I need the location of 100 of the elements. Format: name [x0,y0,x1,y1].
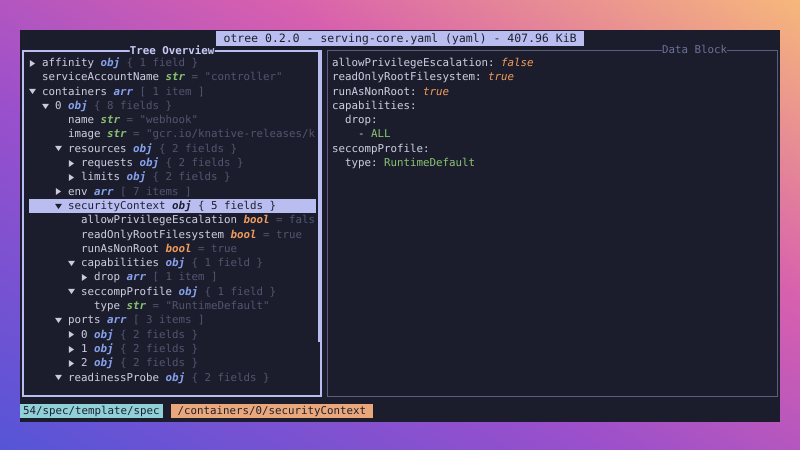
tree-row[interactable]: serviceAccountName str = "controller" [29,70,316,85]
node-detail: = true [198,242,238,256]
tree-row[interactable]: type str = "RuntimeDefault" [29,299,316,314]
tree-row[interactable]: 1 obj { 2 fields } [29,342,316,356]
node-key: 0 [81,328,88,342]
node-type: arr [114,84,134,99]
node-type: obj [94,342,114,356]
node-key: 0 [55,98,62,114]
node-key: drop [94,270,120,285]
node-type: arr [107,313,127,328]
node-detail: [ 3 items ] [133,313,205,328]
node-type: obj [133,142,153,156]
node-key: name [68,113,94,128]
node-key: allowPrivilegeEscalation [81,213,238,228]
tree-row[interactable]: limits obj { 2 fields } [29,170,316,185]
node-detail: { 1 field } [126,56,198,70]
yaml-value: true [423,84,450,99]
expand-toggle-icon[interactable] [29,60,36,67]
tree-row[interactable]: drop arr [ 1 item ] [29,270,316,285]
node-type: obj [68,98,88,114]
node-key: containers [42,84,108,99]
node-type: str [166,70,186,85]
tree-row[interactable]: image str = "gcr.io/knative-releases/k [29,127,316,142]
node-detail: = "gcr.io/knative-releases/k [133,127,316,142]
node-type: str [107,127,127,142]
node-key: affinity [42,56,94,70]
yaml-key: - [358,127,365,142]
node-detail: [ 1 item ] [140,84,205,99]
node-detail: { 2 fields } [120,342,198,356]
tree-row[interactable]: allowPrivilegeEscalation bool = fals [29,213,316,228]
node-type: obj [166,370,186,385]
yaml-value: false [501,56,534,70]
tree-row[interactable]: 0 obj { 8 fields } [29,98,316,114]
tree-row[interactable]: seccompProfile obj { 1 field } [29,284,316,300]
node-type: bool [230,228,257,242]
node-detail: { 2 fields } [166,156,244,170]
node-key: serviceAccountName [42,70,160,85]
scrollbar[interactable] [318,52,322,342]
node-type: arr [126,270,146,285]
yaml-key: type: [345,156,378,170]
panel-title: Tree Overview [130,44,214,57]
tree-row[interactable]: securityContext obj { 5 fields } [29,198,316,214]
tree-row[interactable]: capabilities obj { 1 field } [29,256,316,270]
node-type: obj [126,170,146,185]
node-key: securityContext [68,198,166,214]
node-detail: [ 7 items ] [120,184,192,199]
tree-row[interactable]: ports arr [ 3 items ] [29,313,316,328]
tree-row[interactable]: env arr [ 7 items ] [29,184,316,199]
node-detail: = "controller" [192,70,283,85]
node-type: obj [178,284,198,300]
node-type: str [100,113,120,128]
node-key: seccompProfile [81,284,172,300]
tree-row[interactable]: runAsNonRoot bool = true [29,242,316,256]
node-detail: { 2 fields } [120,328,198,342]
node-key: runAsNonRoot [81,242,160,256]
node-detail: { 1 field } [192,256,264,270]
node-type: str [126,299,146,314]
window-title: otree 0.2.0 - serving-core.yaml (yaml) - 407.96 KiB [216,30,584,46]
node-key: requests [81,156,134,170]
tree-row[interactable]: 0 obj { 2 fields } [29,328,316,342]
panel-title: Data Block [662,43,727,56]
node-detail: = "RuntimeDefault" [152,299,270,314]
node-key: image [68,127,101,142]
node-type: bool [244,213,270,228]
tree-row[interactable]: 2 obj { 2 fields } [29,356,316,371]
node-key: 2 [81,356,88,371]
yaml-key: drop: [345,113,378,128]
yaml-value: RuntimeDefault [384,156,476,170]
node-detail: = "webhook" [126,113,198,128]
tree-row[interactable]: readinessProbe obj { 2 fields } [29,370,316,385]
node-key: 1 [81,342,88,356]
node-detail: = true [263,228,302,242]
tree-row[interactable]: name str = "webhook" [29,113,316,128]
node-key: capabilities [81,256,160,270]
node-type: obj [140,156,160,170]
yaml-key: seccompProfile: [332,142,430,156]
node-detail: = fals [276,213,316,228]
tree-row[interactable]: readOnlyRootFilesystem bool = true [29,228,316,242]
node-key: resources [68,142,127,156]
tree-row[interactable]: containers arr [ 1 item ] [29,84,316,99]
node-key: env [68,184,88,199]
yaml-value: true [488,70,514,85]
node-type: obj [94,356,114,371]
node-detail: { 2 fields } [159,142,238,156]
yaml-key: allowPrivilegeEscalation: [332,56,495,70]
node-detail: { 8 fields } [94,98,172,114]
yaml-key: runAsNonRoot: [332,84,417,99]
tree-row[interactable]: affinity obj { 1 field } [29,56,316,70]
tree-row[interactable]: resources obj { 2 fields } [29,142,316,156]
yaml-key: capabilities: [332,98,417,114]
node-detail: { 5 fields } [198,198,276,214]
node-detail: { 2 fields } [152,170,231,185]
yaml-key: readOnlyRootFilesystem: [332,70,482,85]
node-key: readinessProbe [68,370,160,385]
tree-row[interactable]: requests obj { 2 fields } [29,156,316,170]
node-detail: [ 1 item ] [152,270,218,285]
node-detail: { 2 fields } [120,356,198,371]
path-segment: 54/spec/template/spec [20,404,163,418]
node-detail: { 2 fields } [192,370,270,385]
node-type: obj [100,56,120,70]
